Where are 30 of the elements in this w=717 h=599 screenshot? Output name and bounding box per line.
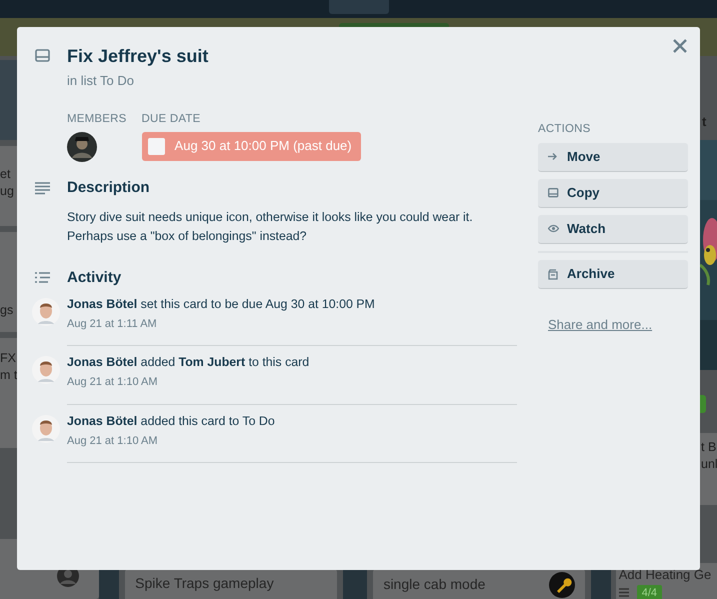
card-title: single cab mode [383,575,486,594]
move-button[interactable]: Move [538,143,688,172]
archive-button[interactable]: Archive [538,260,688,289]
card-title: Spike Traps gameplay [135,574,274,593]
activity-time: Aug 21 at 1:10 AM [67,375,159,390]
card-text: et [0,166,10,183]
activity-text: Jonas Bötel added Tom Jubert to this card [67,354,310,370]
list-name: in list To Do [67,72,135,90]
section-label: MEMBERS [67,112,127,126]
card-text: unl [701,456,717,473]
activity-text: Jonas Bötel added this card to To Do [67,412,276,428]
card-title: Add Heating Ge [618,566,712,584]
watch-button[interactable]: Watch [538,215,688,244]
activity-time: Aug 21 at 1:11 AM [67,316,158,332]
card-text: gs [0,302,14,319]
share-link[interactable]: Share and more... [548,315,652,334]
activity-time: Aug 21 at 1:10 AM [67,434,159,448]
card-title: Fix Jeffrey's suit [67,45,208,67]
section-title: Activity [67,268,122,288]
card-text: m t [0,367,18,384]
section-label: DUE DATE [142,112,202,126]
copy-button[interactable]: Copy [538,179,688,208]
description-text: Story dive suit needs unique icon, otherwise it looks like you could wear it. Perhaps use a "box of belongings" instead? [67,208,474,245]
card-text: FX [0,350,16,367]
card-text: ug [0,183,14,200]
activity-text: Jonas Bötel set this card to be due Aug 30 at 10:00 PM [67,296,376,312]
section-title: Description [67,178,151,198]
card-text: t B [701,439,717,456]
section-label: ACTIONS [538,122,592,136]
checklist-badge: 4/4 [636,584,662,599]
